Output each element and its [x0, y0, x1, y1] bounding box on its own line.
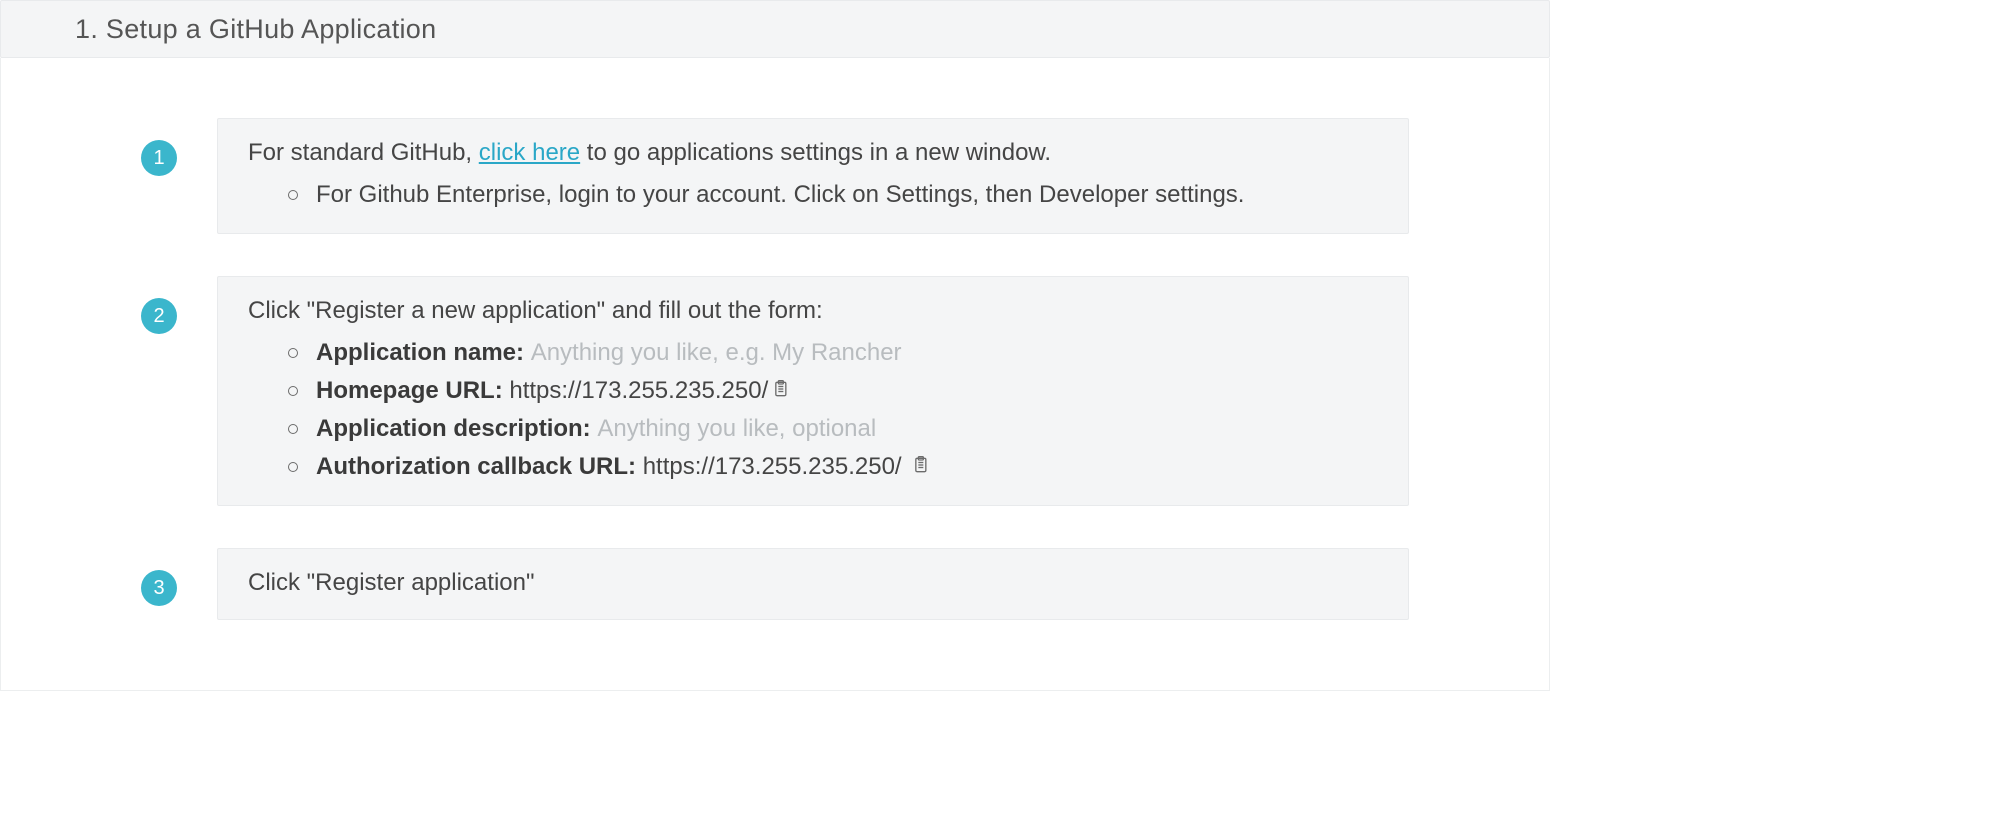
- step-1-bullet-enterprise-text: For Github Enterprise, login to your acc…: [316, 181, 1244, 208]
- step-3: 3 Click "Register application": [141, 548, 1409, 620]
- step-badge-3-number: 3: [153, 573, 164, 603]
- click-here-link[interactable]: click here: [479, 139, 580, 166]
- step-1-text-post: to go applications settings in a new win…: [580, 139, 1051, 166]
- step-2-intro: Click "Register a new application" and f…: [248, 297, 823, 324]
- section-header: 1. Setup a GitHub Application: [0, 0, 1550, 58]
- step-1-bullet-enterprise: For Github Enterprise, login to your acc…: [288, 177, 1378, 213]
- step-badge-3: 3: [141, 570, 177, 606]
- homepage-url-value: https://173.255.235.250/: [509, 377, 768, 404]
- step-badge-1: 1: [141, 140, 177, 176]
- step-1-text-pre: For standard GitHub,: [248, 139, 479, 166]
- clipboard-icon[interactable]: [910, 454, 930, 476]
- step-badge-2: 2: [141, 298, 177, 334]
- callback-url-label: Authorization callback URL:: [316, 453, 643, 480]
- callback-url-value: https://173.255.235.250/: [643, 453, 909, 480]
- app-description-label: Application description:: [316, 415, 597, 442]
- step-2-app-description: Application description: Anything you li…: [288, 411, 1378, 447]
- step-2: 2 Click "Register a new application" and…: [141, 276, 1409, 506]
- step-2-callback-url: Authorization callback URL: https://173.…: [288, 449, 1378, 485]
- step-1-body: For standard GitHub, click here to go ap…: [217, 118, 1409, 234]
- app-name-hint: Anything you like, e.g. My Rancher: [531, 339, 902, 366]
- section-content: 1 For standard GitHub, click here to go …: [0, 58, 1550, 691]
- step-1: 1 For standard GitHub, click here to go …: [141, 118, 1409, 234]
- step-badge-1-number: 1: [153, 143, 164, 173]
- step-badge-2-number: 2: [153, 301, 164, 331]
- section-title: 1. Setup a GitHub Application: [75, 9, 436, 50]
- clipboard-icon[interactable]: [770, 378, 790, 400]
- step-3-text: Click "Register application": [248, 569, 535, 596]
- step-2-app-name: Application name: Anything you like, e.g…: [288, 335, 1378, 371]
- homepage-url-label: Homepage URL:: [316, 377, 509, 404]
- step-2-body: Click "Register a new application" and f…: [217, 276, 1409, 506]
- step-3-body: Click "Register application": [217, 548, 1409, 620]
- app-name-label: Application name:: [316, 339, 531, 366]
- app-description-hint: Anything you like, optional: [597, 415, 876, 442]
- step-2-homepage-url: Homepage URL: https://173.255.235.250/: [288, 373, 1378, 409]
